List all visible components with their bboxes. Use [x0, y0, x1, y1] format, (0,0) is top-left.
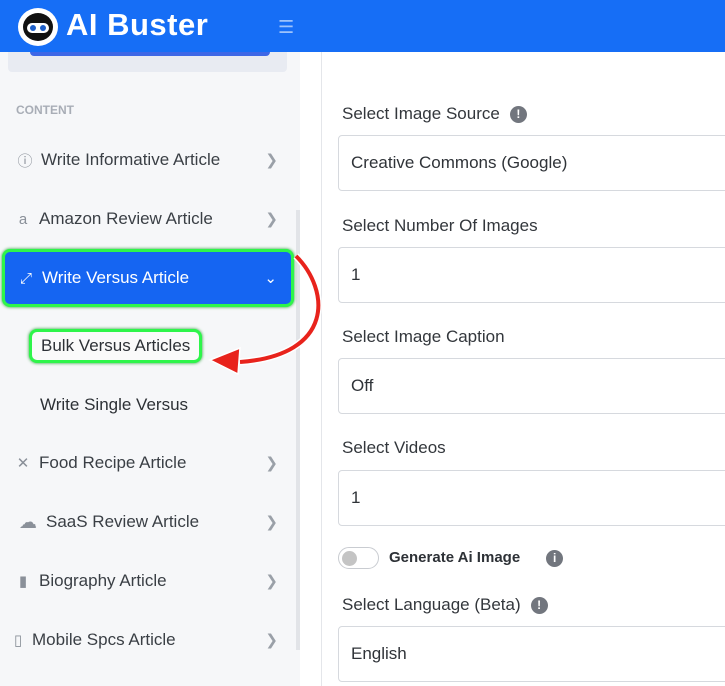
sidebar-item-label: SaaS Review Article — [46, 512, 200, 531]
cloud-icon: ☁ — [19, 511, 37, 532]
chevron-right-icon: ❯ — [265, 632, 278, 649]
info-icon[interactable]: ! — [509, 106, 527, 124]
caption-label: Select Image Caption — [342, 327, 505, 346]
sidebar-item-label: Write Informative Article — [41, 150, 221, 169]
utensils-icon: ✕ — [16, 455, 30, 472]
sidebar-item-label: Mobile Spcs Article — [32, 630, 176, 649]
sidebar-item-informative[interactable]: ⓘ Write Informative Article ❯ — [0, 140, 295, 180]
chevron-right-icon: ❯ — [265, 152, 278, 169]
mobile-icon: ▯ — [13, 632, 23, 649]
image-source-label: Select Image Source! — [342, 104, 527, 124]
image-source-select[interactable]: Creative Commons (Google) — [338, 135, 725, 191]
sidebar-item-biography[interactable]: ▮ Biography Article ❯ — [0, 561, 295, 601]
robot-logo-icon — [18, 8, 58, 46]
hamburger-icon[interactable]: ☰ — [278, 17, 294, 38]
brand-name: AI Buster — [66, 7, 209, 42]
content-divider — [321, 52, 322, 686]
info-icon[interactable]: i — [546, 549, 564, 567]
compress-arrows-icon: ⤢ — [19, 269, 32, 287]
videos-label: Select Videos — [342, 438, 446, 457]
sidebar-item-versus[interactable]: ⤢ Write Versus Article ⌄ — [2, 249, 294, 307]
sidebar-item-mobile[interactable]: ▯ Mobile Spcs Article ❯ — [0, 620, 295, 660]
info-icon[interactable]: ! — [530, 597, 548, 615]
book-icon: ▮ — [18, 573, 28, 590]
sidebar-item-label: Biography Article — [39, 571, 167, 590]
user-panel — [8, 52, 287, 72]
info-circle-icon: ⓘ — [17, 152, 33, 170]
sidebar-item-saas[interactable]: ☁ SaaS Review Article ❯ — [0, 502, 295, 542]
num-images-input[interactable]: 1 — [338, 247, 725, 303]
chevron-right-icon: ❯ — [265, 514, 278, 531]
language-label: Select Language (Beta)! — [342, 595, 548, 615]
section-heading: CONTENT — [16, 103, 74, 117]
sidebar-item-label: Food Recipe Article — [39, 453, 187, 472]
sidebar-item-label: Amazon Review Article — [39, 209, 213, 228]
amazon-icon: a — [18, 210, 28, 228]
sidebar-item-amazon[interactable]: a Amazon Review Article ❯ — [0, 199, 295, 239]
ai-image-label: Generate Ai Image i — [389, 549, 564, 567]
sidebar-item-food[interactable]: ✕ Food Recipe Article ❯ — [0, 443, 295, 483]
chevron-right-icon: ❯ — [265, 211, 278, 228]
sidebar-scrollbar[interactable] — [296, 210, 300, 650]
caption-select[interactable]: Off — [338, 358, 725, 414]
chevron-right-icon: ❯ — [265, 573, 278, 590]
sidebar-item-label: Write Versus Article — [42, 268, 190, 287]
chevron-right-icon: ❯ — [265, 455, 278, 472]
subitem-bulk-versus[interactable]: Bulk Versus Articles — [29, 329, 203, 363]
chevron-down-icon: ⌄ — [264, 270, 277, 287]
ai-image-toggle[interactable] — [338, 547, 379, 569]
num-images-label: Select Number Of Images — [342, 216, 538, 235]
videos-input[interactable]: 1 — [338, 470, 725, 526]
language-select[interactable]: English — [338, 626, 725, 682]
top-header: AI Buster ☰ — [0, 0, 725, 52]
subitem-single-versus[interactable]: Write Single Versus — [40, 395, 188, 415]
